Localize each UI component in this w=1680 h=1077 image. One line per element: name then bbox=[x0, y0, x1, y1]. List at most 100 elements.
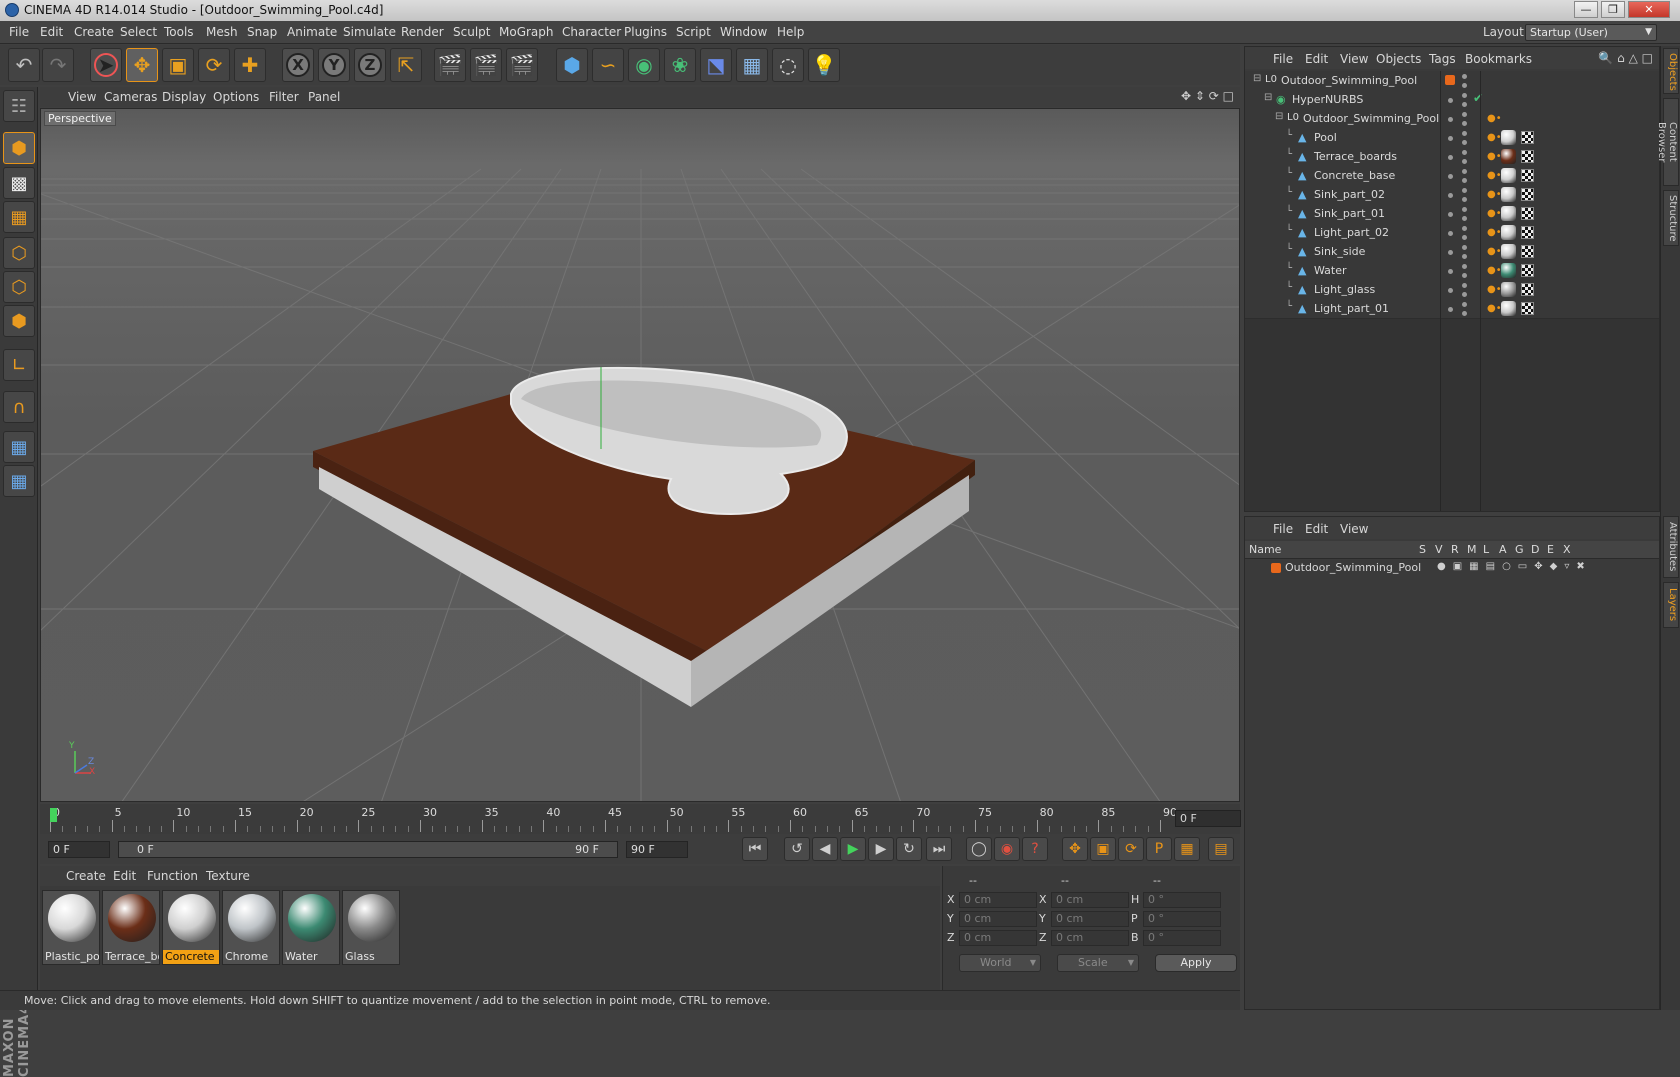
phong-tag-icon[interactable]: ●• bbox=[1487, 303, 1502, 314]
end-frame-field[interactable]: 90 F bbox=[626, 841, 688, 858]
layer-menu-view[interactable]: View bbox=[1340, 522, 1368, 536]
tab-layers[interactable]: Layers bbox=[1663, 582, 1679, 628]
viewport-menu-display[interactable]: Display bbox=[162, 90, 206, 104]
undo-button[interactable]: ↶ bbox=[8, 48, 40, 82]
object-row[interactable]: └ ▲ Sink_part_01 ●• bbox=[1245, 204, 1659, 224]
render-picture-viewer-button[interactable]: 🎬 bbox=[470, 48, 502, 82]
maximize-button[interactable]: ❐ bbox=[1601, 1, 1625, 18]
menu-character[interactable]: Character bbox=[562, 25, 621, 39]
material-swatch[interactable]: Water bbox=[282, 890, 340, 965]
viewport-menu-cameras[interactable]: Cameras bbox=[104, 90, 157, 104]
add-floor-button[interactable]: ▦ bbox=[736, 48, 768, 82]
layer-header-cell[interactable]: E bbox=[1547, 543, 1554, 556]
render-visibility-dot[interactable] bbox=[1462, 159, 1467, 164]
x-axis-lock-button[interactable]: X bbox=[282, 48, 314, 82]
material-swatch[interactable]: Chrome bbox=[222, 890, 280, 965]
key-rotation-button[interactable]: ⟳ bbox=[1118, 837, 1144, 861]
add-nurbs-button[interactable]: ◉ bbox=[628, 48, 660, 82]
axis-mode-button[interactable]: ∟ bbox=[3, 349, 35, 381]
add-light-button[interactable]: 💡 bbox=[808, 48, 840, 82]
make-editable-button[interactable]: ☷ bbox=[3, 90, 35, 122]
object-row[interactable]: └ ▲ Pool ●• bbox=[1245, 128, 1659, 148]
keyframe-selection-button[interactable]: ? bbox=[1022, 837, 1048, 861]
render-visibility-dot[interactable] bbox=[1462, 74, 1467, 79]
render-visibility-dot[interactable] bbox=[1462, 102, 1467, 107]
menu-simulate[interactable]: Simulate bbox=[343, 25, 396, 39]
object-menu-edit[interactable]: Edit bbox=[1305, 52, 1328, 66]
next-frame-button[interactable]: ▶ bbox=[868, 837, 894, 861]
polygons-mode-button[interactable]: ⬢ bbox=[3, 305, 35, 337]
z-axis-lock-button[interactable]: Z bbox=[354, 48, 386, 82]
expand-toggle-icon[interactable]: ⊟ bbox=[1253, 73, 1261, 84]
phong-tag-icon[interactable]: ●• bbox=[1487, 189, 1502, 200]
timeline-ruler[interactable]: 051015202530354045505560657075808590 bbox=[40, 804, 1240, 834]
uvw-tag-icon[interactable] bbox=[1521, 264, 1534, 277]
render-visibility-dot[interactable] bbox=[1462, 131, 1467, 136]
render-view-button[interactable]: 🎬 bbox=[434, 48, 466, 82]
uvw-tag-icon[interactable] bbox=[1521, 207, 1534, 220]
material-tag-icon[interactable] bbox=[1501, 244, 1516, 259]
editor-visibility-dot[interactable] bbox=[1448, 174, 1453, 179]
layer-menu-file[interactable]: File bbox=[1273, 522, 1293, 536]
render-visibility-dot[interactable] bbox=[1462, 283, 1467, 288]
play-button[interactable]: ▶ bbox=[840, 837, 866, 861]
uvw-tag-icon[interactable] bbox=[1521, 283, 1534, 296]
editor-visibility-dot[interactable] bbox=[1448, 269, 1453, 274]
material-swatch[interactable]: Concrete bbox=[162, 890, 220, 965]
material-tag-icon[interactable] bbox=[1501, 187, 1516, 202]
render-visibility-dot[interactable] bbox=[1462, 188, 1467, 193]
current-frame-field[interactable]: 0 F bbox=[1175, 810, 1241, 827]
perspective-viewport[interactable]: Perspective Y Z X bbox=[40, 108, 1240, 802]
material-tag-icon[interactable] bbox=[1501, 168, 1516, 183]
enabled-check-icon[interactable]: ✔ bbox=[1473, 91, 1483, 105]
render-visibility-dot[interactable] bbox=[1462, 254, 1467, 259]
previous-key-button[interactable]: ↺ bbox=[784, 837, 810, 861]
render-visibility-dot[interactable] bbox=[1462, 292, 1467, 297]
layer-header-cell[interactable]: L bbox=[1483, 543, 1489, 556]
phong-tag-icon[interactable]: ●• bbox=[1487, 227, 1502, 238]
render-visibility-dot[interactable] bbox=[1462, 207, 1467, 212]
coord-value-field[interactable]: 0 cm bbox=[1051, 911, 1129, 927]
minimize-button[interactable]: — bbox=[1574, 1, 1598, 18]
render-visibility-dot[interactable] bbox=[1462, 245, 1467, 250]
render-visibility-dot[interactable] bbox=[1462, 311, 1467, 316]
editor-visibility-dot[interactable] bbox=[1448, 117, 1453, 122]
recent-tool-button[interactable]: ✚ bbox=[234, 48, 266, 82]
playhead[interactable] bbox=[50, 808, 57, 822]
layer-header-cell[interactable]: S bbox=[1419, 543, 1426, 556]
material-tag-icon[interactable] bbox=[1501, 301, 1516, 316]
layer-header-cell[interactable]: V bbox=[1435, 543, 1443, 556]
editor-visibility-dot[interactable] bbox=[1448, 136, 1453, 141]
menu-tools[interactable]: Tools bbox=[164, 25, 194, 39]
material-swatch[interactable]: Plastic_poo bbox=[42, 890, 100, 965]
object-row[interactable]: ⊟ L0 Outdoor_Swimming_Pool ●• bbox=[1245, 109, 1659, 129]
world-select[interactable]: World ▼ bbox=[959, 954, 1041, 972]
coord-value-field[interactable]: 0 cm bbox=[1051, 892, 1129, 908]
viewport-menu-panel[interactable]: Panel bbox=[308, 90, 340, 104]
object-row[interactable]: ⊟ ◉ HyperNURBS ✔ bbox=[1245, 90, 1659, 110]
viewport-menu-options[interactable]: Options bbox=[213, 90, 259, 104]
render-visibility-dot[interactable] bbox=[1462, 302, 1467, 307]
menu-help[interactable]: Help bbox=[777, 25, 804, 39]
uvw-tag-icon[interactable] bbox=[1521, 169, 1534, 182]
editor-visibility-dot[interactable] bbox=[1448, 250, 1453, 255]
object-menu-file[interactable]: File bbox=[1273, 52, 1293, 66]
object-row[interactable]: └ ▲ Concrete_base ●• bbox=[1245, 166, 1659, 186]
render-visibility-dot[interactable] bbox=[1462, 178, 1467, 183]
planar-workplane-button[interactable]: ▦ bbox=[3, 465, 35, 497]
material-tag-icon[interactable] bbox=[1501, 225, 1516, 240]
object-row[interactable]: └ ▲ Light_part_02 ●• bbox=[1245, 223, 1659, 243]
tab-content-browser[interactable]: Content Browser bbox=[1656, 98, 1679, 186]
material-menu-texture[interactable]: Texture bbox=[206, 869, 250, 883]
material-menu-create[interactable]: Create bbox=[66, 869, 106, 883]
menu-edit[interactable]: Edit bbox=[40, 25, 63, 39]
render-visibility-dot[interactable] bbox=[1462, 121, 1467, 126]
go-to-start-button[interactable]: ⏮ bbox=[742, 837, 768, 861]
phong-tag-icon[interactable]: ●• bbox=[1487, 113, 1502, 124]
menu-script[interactable]: Script bbox=[676, 25, 711, 39]
phong-tag-icon[interactable]: ●• bbox=[1487, 208, 1502, 219]
render-visibility-dot[interactable] bbox=[1462, 264, 1467, 269]
render-visibility-dot[interactable] bbox=[1462, 140, 1467, 145]
editor-visibility-dot[interactable] bbox=[1448, 98, 1453, 103]
layer-menu-edit[interactable]: Edit bbox=[1305, 522, 1328, 536]
